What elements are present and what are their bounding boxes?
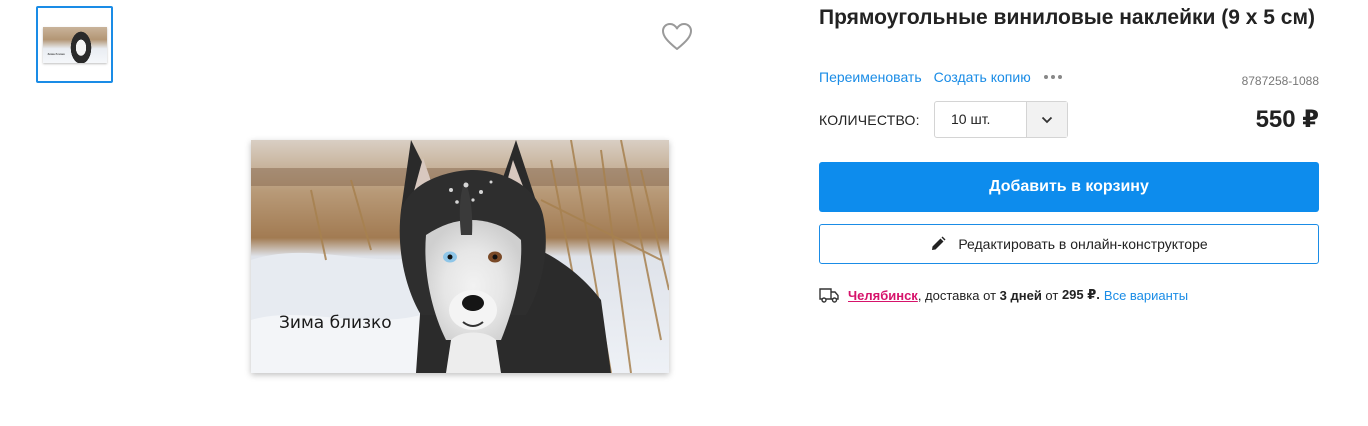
edit-online-label: Редактировать в онлайн-конструкторе	[958, 236, 1208, 252]
quantity-label: КОЛИЧЕСТВО:	[819, 112, 920, 128]
edit-online-button[interactable]: Редактировать в онлайн-конструкторе	[819, 224, 1319, 264]
delivery-days: 3 дней	[999, 287, 1042, 303]
favorite-button[interactable]	[660, 20, 694, 54]
pencil-icon	[930, 236, 946, 252]
heart-icon	[662, 23, 692, 50]
quantity-value: 10 шт.	[951, 111, 991, 127]
rename-link[interactable]: Переименовать	[819, 69, 922, 85]
all-options-link[interactable]: Все варианты	[1104, 288, 1188, 303]
delivery-price: 295 ₽.	[1061, 287, 1100, 302]
truck-icon	[819, 287, 839, 303]
husky-photo	[251, 140, 669, 373]
add-to-cart-button[interactable]: Добавить в корзину	[819, 162, 1319, 212]
thumbnail-caption: Зима близко	[47, 51, 65, 56]
delivery-city-link[interactable]: Челябинск	[848, 288, 918, 303]
sticker-caption: Зима близко	[279, 313, 392, 333]
thumbnail-dog	[68, 28, 93, 63]
product-page: Зима близко Зима близко Прямоугольные ви…	[0, 0, 1368, 426]
product-image: Зима близко	[251, 140, 669, 373]
product-title: Прямоугольные виниловые наклейки (9 х 5 …	[819, 6, 1315, 29]
quantity-select[interactable]: 10 шт.	[934, 101, 1068, 138]
chevron-down-icon[interactable]	[1026, 102, 1067, 137]
gallery-thumbnail[interactable]: Зима близко	[36, 6, 113, 83]
delivery-info: Челябинск , доставка от 3 дней от 295 ₽.…	[819, 287, 1188, 303]
create-copy-link[interactable]: Создать копию	[934, 69, 1031, 85]
product-price: 550 ₽	[1255, 106, 1319, 133]
thumbnail-image: Зима близко	[42, 26, 107, 63]
product-actions: Переименовать Создать копию	[819, 69, 1064, 85]
more-dots-icon[interactable]	[1042, 71, 1064, 83]
delivery-text-2: от	[1041, 287, 1062, 303]
delivery-text: , доставка от	[917, 287, 1000, 303]
product-sku: 8787258-1088	[1241, 74, 1319, 88]
